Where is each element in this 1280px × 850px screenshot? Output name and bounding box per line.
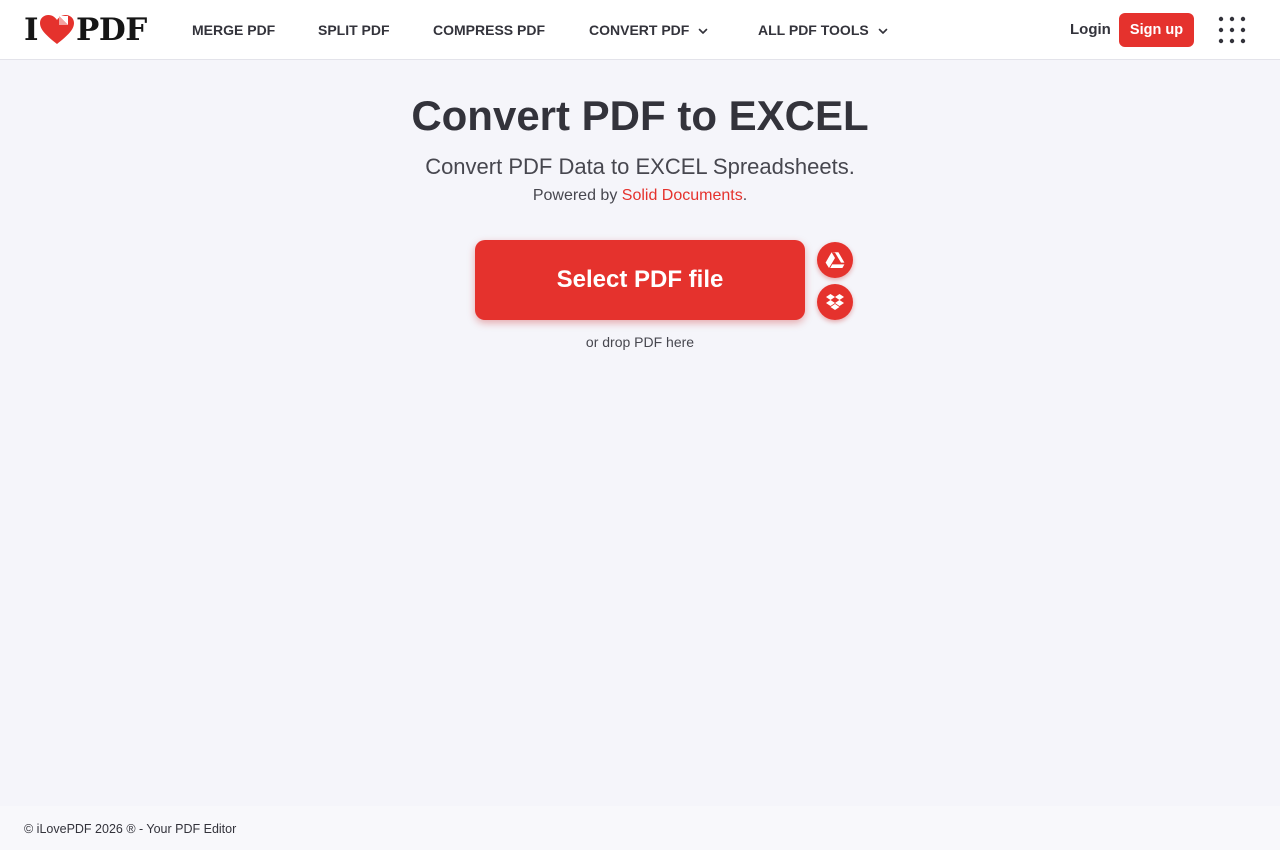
select-pdf-file-button[interactable]: Select PDF file — [475, 240, 805, 320]
nav-item-label: SPLIT PDF — [318, 22, 390, 38]
nav-item-label: CONVERT PDF — [589, 22, 690, 38]
dropbox-icon[interactable] — [817, 284, 853, 320]
grid-icon[interactable] — [1218, 16, 1246, 44]
signup-button[interactable]: Sign up — [1119, 13, 1194, 47]
powered-by-suffix: . — [742, 187, 748, 204]
nav-merge-pdf[interactable]: MERGE PDF — [192, 22, 275, 38]
nav-item-label: COMPRESS PDF — [433, 22, 546, 38]
logo-letter-i: I — [24, 12, 39, 48]
footer: © iLovePDF 2026 ® - Your PDF Editor — [0, 806, 1280, 850]
login-link[interactable]: Login — [1070, 21, 1111, 38]
nav-all-pdf-tools[interactable]: ALL PDF TOOLS — [758, 22, 889, 38]
ilovepdf-logo[interactable]: I PDF — [24, 12, 147, 48]
page-subtitle: Convert PDF Data to EXCEL Spreadsheets. — [425, 154, 855, 179]
page-title: Convert PDF to EXCEL — [411, 92, 869, 139]
google-drive-icon[interactable] — [817, 242, 853, 278]
nav-split-pdf[interactable]: SPLIT PDF — [318, 22, 390, 38]
nav-compress-pdf[interactable]: COMPRESS PDF — [433, 22, 545, 38]
chevron-down-icon — [877, 24, 889, 36]
drop-hint-text: or drop PDF here — [585, 334, 695, 350]
nav-item-label: MERGE PDF — [192, 22, 276, 38]
footer-copyright: © iLovePDF 2026 ® - Your PDF Editor — [24, 822, 237, 836]
powered-by-text: Powered by Solid Documents. — [0, 187, 1280, 205]
powered-by-prefix: Powered by — [532, 187, 622, 204]
heart-icon — [39, 14, 75, 46]
solid-documents-link[interactable]: Solid Documents — [622, 187, 743, 204]
logo-text-pdf: PDF — [76, 12, 147, 48]
chevron-down-icon — [697, 24, 709, 36]
nav-convert-pdf[interactable]: CONVERT PDF — [589, 22, 709, 38]
nav-item-label: ALL PDF TOOLS — [758, 22, 869, 38]
top-navbar: I PDF MERGE PDF SPLIT PDF COMPRESS PDF C… — [0, 0, 1280, 60]
